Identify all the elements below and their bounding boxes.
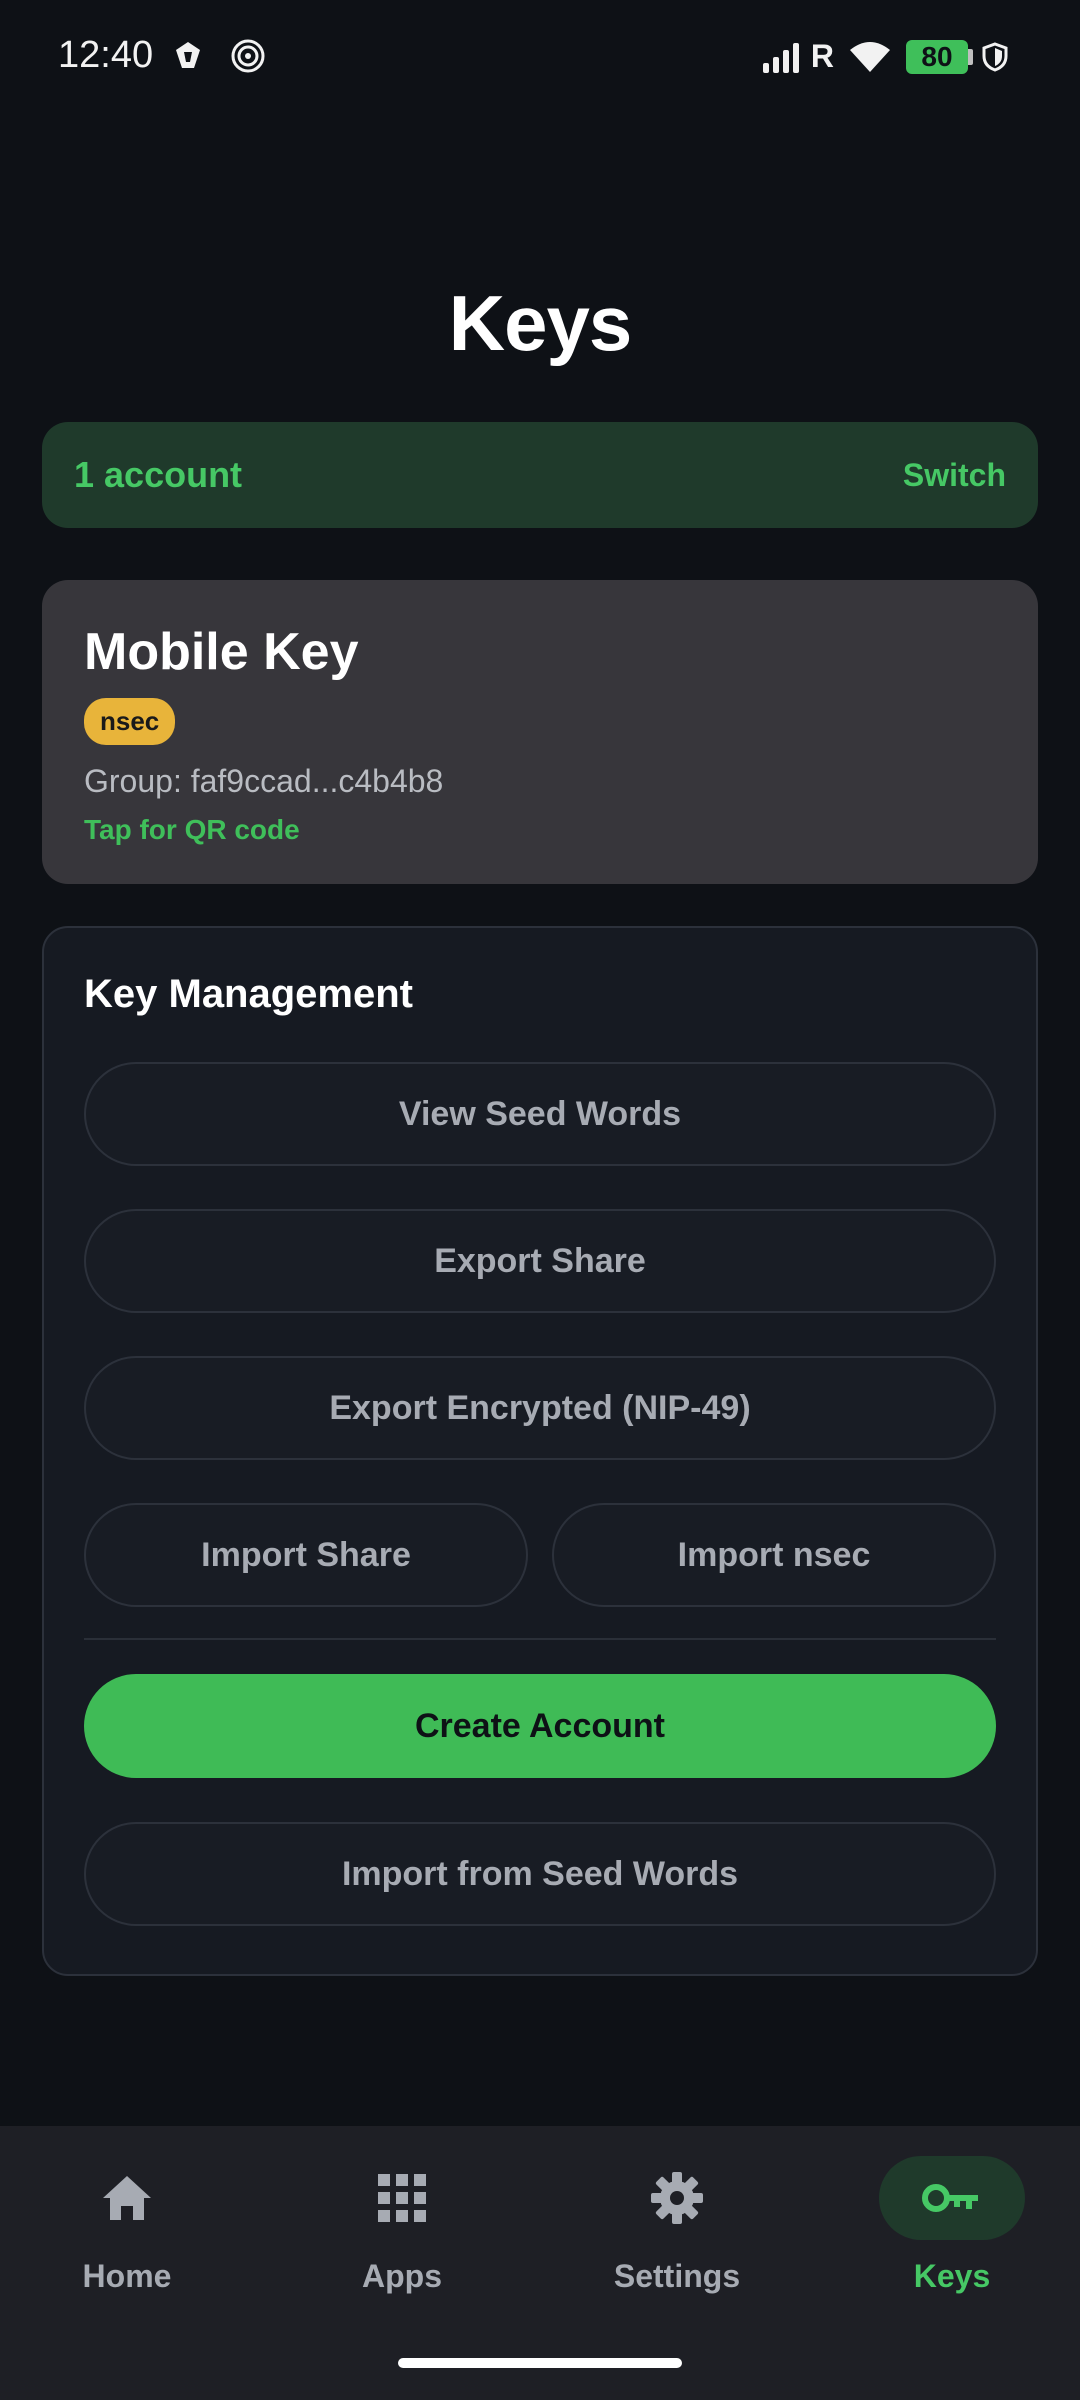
export-encrypted-button[interactable]: Export Encrypted (NIP-49) [84, 1356, 996, 1460]
status-left-icons [170, 38, 266, 74]
shield-icon [982, 41, 1008, 72]
battery-level: 80 [921, 40, 953, 72]
account-bar[interactable]: 1 account Switch [42, 422, 1038, 528]
spiral-icon [231, 39, 265, 73]
key-icon [922, 2184, 978, 2212]
import-nsec-button[interactable]: Import nsec [552, 1503, 996, 1607]
key-name: Mobile Key [84, 623, 359, 681]
nav-item-settings[interactable]: Settings [577, 2156, 777, 2336]
signal-icon [762, 42, 799, 73]
switch-account-button[interactable]: Switch [903, 457, 1006, 494]
wifi-icon [850, 41, 890, 72]
account-count: 1 account [74, 454, 243, 495]
view-seed-words-button[interactable]: View Seed Words [84, 1062, 996, 1166]
notification-app-icon [176, 42, 200, 68]
key-card[interactable]: Mobile Key nsec Group: faf9ccad...c4b4b8… [42, 580, 1038, 884]
nav-label-keys: Keys [913, 2258, 991, 2294]
gear-icon [651, 2172, 703, 2224]
page-title: Keys [448, 279, 632, 367]
import-seed-words-button[interactable]: Import from Seed Words [84, 1822, 996, 1926]
create-account-button[interactable]: Create Account [84, 1674, 996, 1778]
home-indicator[interactable] [398, 2358, 682, 2368]
divider [84, 1638, 996, 1640]
status-right-icons: R 80 [762, 38, 1008, 75]
nav-active-indicator [879, 2156, 1025, 2240]
export-share-button[interactable]: Export Share [84, 1209, 996, 1313]
key-group-id: Group: faf9ccad...c4b4b8 [84, 763, 444, 799]
qr-code-hint: Tap for QR code [84, 814, 300, 845]
battery-icon: 80 [906, 39, 973, 74]
status-time: 12:40 [58, 34, 154, 76]
nav-label-home: Home [82, 2258, 172, 2294]
nav-item-apps[interactable]: Apps [302, 2156, 502, 2336]
key-type-badge: nsec [84, 698, 176, 745]
nav-label-settings: Settings [613, 2258, 741, 2294]
nav-item-home[interactable]: Home [27, 2156, 227, 2336]
roaming-indicator: R [810, 38, 834, 74]
apps-grid-icon [378, 2174, 426, 2222]
status-bar: 12:40 R 80 [0, 0, 1080, 118]
key-management-card: Key Management View Seed Words Export Sh… [42, 926, 1038, 1976]
import-share-button[interactable]: Import Share [84, 1503, 528, 1607]
key-management-title: Key Management [84, 972, 413, 1016]
nav-label-apps: Apps [362, 2258, 442, 2294]
home-icon [103, 2176, 151, 2220]
nav-item-keys[interactable]: Keys [852, 2156, 1052, 2336]
